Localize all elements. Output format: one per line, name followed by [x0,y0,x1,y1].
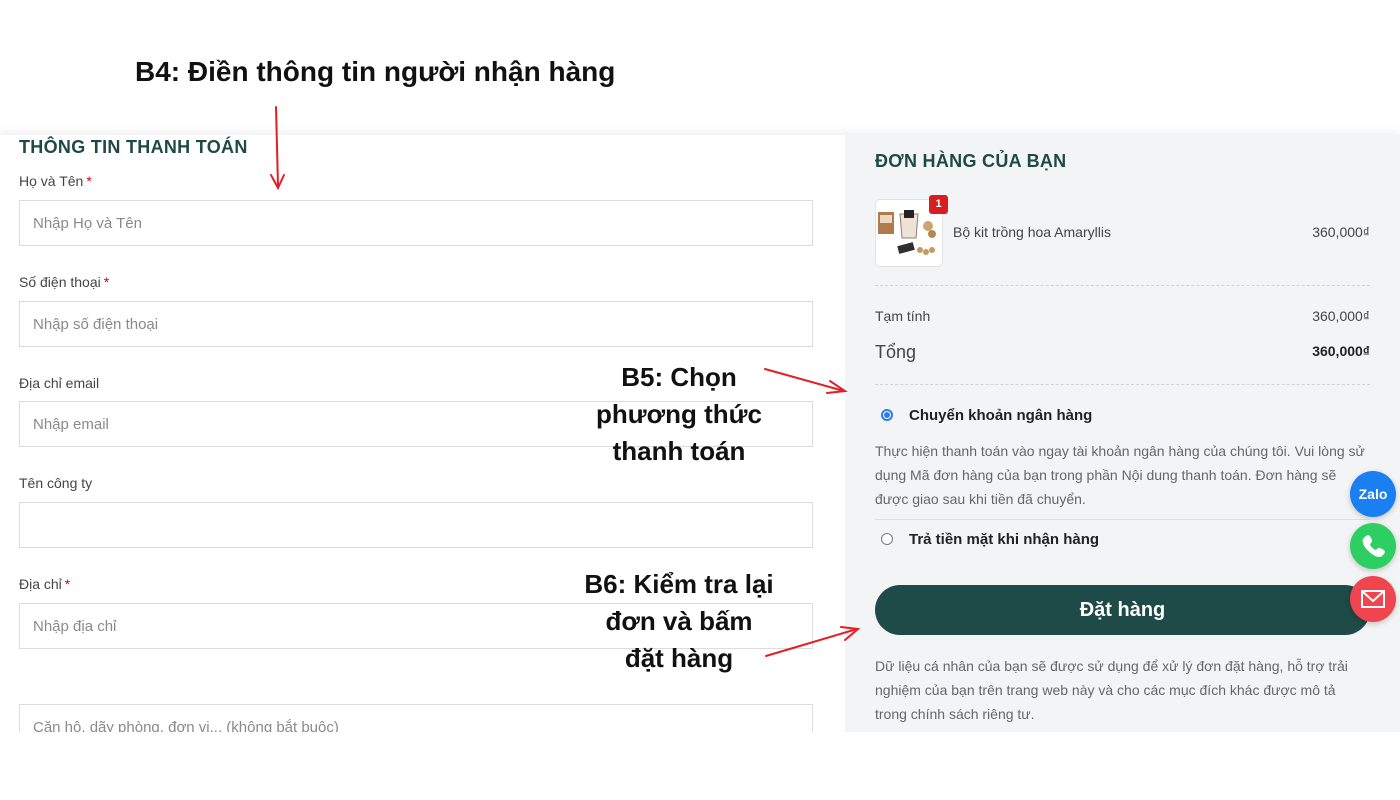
email-label: Địa chỉ email [19,375,100,391]
billing-title: THÔNG TIN THANH TOÁN [19,137,248,157]
address2-input[interactable] [19,704,813,732]
divider [875,384,1370,385]
bank-transfer-label[interactable]: Chuyển khoản ngân hàng [909,407,1092,424]
order-summary: ĐƠN HÀNG CỦA BẠN 1 Bộ kit trồng hoa Amar… [845,135,1400,732]
phone-button[interactable] [1350,523,1396,569]
bank-transfer-description: Thực hiện thanh toán vào ngay tài khoản … [875,443,1365,507]
product-price: 360,000₫ [1312,224,1370,240]
product-name: Bộ kit trồng hoa Amaryllis [953,224,1111,240]
total-value: 360,000₫ [1312,343,1370,359]
email-button[interactable] [1350,576,1396,622]
divider [875,285,1370,286]
phone-input[interactable] [19,301,813,347]
required-mark: * [86,173,92,189]
bank-transfer-radio[interactable] [881,409,893,421]
zalo-button[interactable]: Zalo [1350,471,1396,517]
name-label: Họ và Tên * [19,173,92,189]
place-order-button[interactable]: Đặt hàng [875,585,1370,635]
phone-icon [1362,535,1385,558]
total-label: Tổng [875,342,917,362]
cod-label[interactable]: Trả tiền mặt khi nhận hàng [909,531,1099,548]
order-title: ĐƠN HÀNG CỦA BẠN [875,151,1067,171]
name-input[interactable] [19,200,813,246]
mail-icon [1361,590,1385,608]
required-mark: * [103,274,110,290]
privacy-notice: Dữ liệu cá nhân của bạn sẽ được sử dụng … [875,658,1348,722]
address-label: Địa chỉ * [19,576,71,592]
subtotal-value: 360,000₫ [1312,308,1370,324]
company-label: Tên công ty [19,475,93,491]
subtotal-label: Tạm tính [875,308,931,324]
divider [875,519,1370,520]
step6-annotation: B6: Kiểm tra lại đơn và bấm đặt hàng [584,569,774,673]
required-mark: * [64,576,71,592]
step5-annotation: B5: Chọn phương thức thanh toán [596,362,762,466]
company-input[interactable] [19,502,813,548]
step4-annotation: B4: Điền thông tin người nhận hàng [135,56,616,87]
cod-radio[interactable] [881,533,893,545]
quantity-badge: 1 [929,195,948,214]
phone-label: Số điện thoại * [19,274,110,290]
